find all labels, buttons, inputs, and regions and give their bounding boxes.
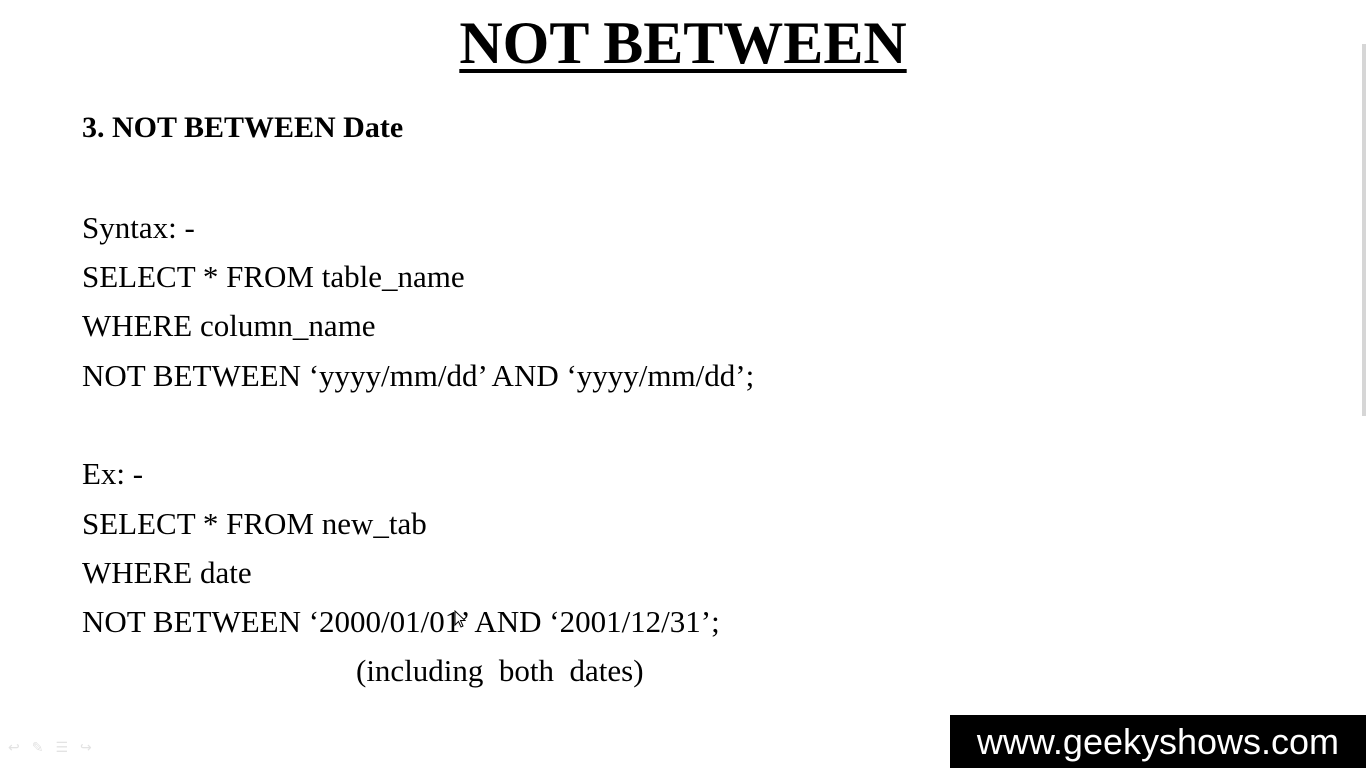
syntax-label: Syntax: - — [82, 210, 195, 245]
menu-icon[interactable]: ☰ — [55, 740, 68, 756]
example-line-not-between: NOT BETWEEN ‘2000/01/01’ AND ‘2001/12/31… — [82, 604, 720, 639]
syntax-line-where: WHERE column_name — [82, 308, 376, 343]
next-arrow-icon[interactable]: ↪ — [80, 740, 92, 756]
slide-scrollbar[interactable] — [1362, 44, 1366, 416]
website-watermark: www.geekyshows.com — [950, 715, 1366, 768]
presentation-slide: NOT BETWEEN 3. NOT BETWEEN Date Syntax: … — [0, 0, 1366, 768]
previous-arrow-icon[interactable]: ↩ — [8, 740, 20, 756]
slide-title: NOT BETWEEN — [0, 8, 1366, 78]
pen-icon[interactable]: ✎ — [32, 740, 44, 756]
slide-title-text: NOT BETWEEN — [459, 10, 907, 76]
mouse-pointer-icon — [454, 610, 466, 628]
example-note: (including both dates) — [356, 653, 644, 688]
slideshow-nav-controls: ↩ ✎ ☰ ↪ — [8, 740, 92, 756]
section-heading: 3. NOT BETWEEN Date — [82, 111, 404, 144]
syntax-line-not-between: NOT BETWEEN ‘yyyy/mm/dd’ AND ‘yyyy/mm/dd… — [82, 358, 755, 393]
example-line-select: SELECT * FROM new_tab — [82, 506, 427, 541]
example-line-where: WHERE date — [82, 555, 252, 590]
syntax-line-select: SELECT * FROM table_name — [82, 259, 465, 294]
example-label: Ex: - — [82, 456, 144, 491]
